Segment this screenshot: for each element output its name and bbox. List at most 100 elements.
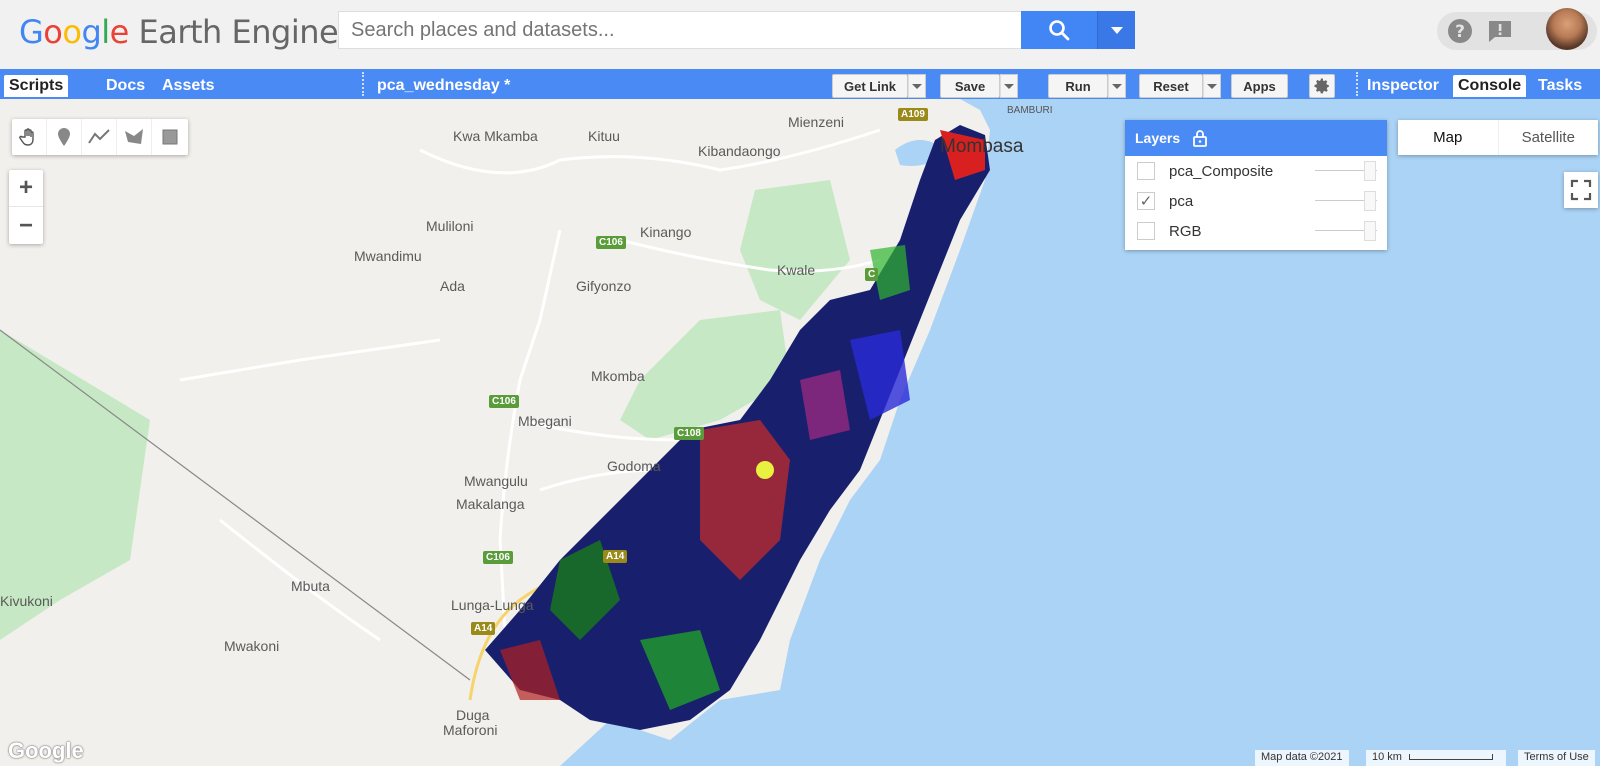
place-label: Mwakoni [224, 638, 280, 654]
zoom-out-button[interactable]: − [9, 207, 43, 244]
lock-icon[interactable] [1192, 129, 1208, 147]
script-filename: pca_wednesday * [377, 77, 511, 94]
place-label: Kivukoni [0, 593, 53, 609]
scale-line [1409, 754, 1494, 761]
save-dropdown[interactable] [1000, 74, 1018, 98]
search-dropdown-button[interactable] [1097, 11, 1135, 49]
search-button[interactable] [1021, 11, 1097, 49]
reset-dropdown[interactable] [1203, 74, 1221, 98]
tab-docs[interactable]: Docs [101, 75, 150, 97]
tab-tasks[interactable]: Tasks [1533, 75, 1587, 97]
terms-link[interactable]: Terms of Use [1518, 750, 1595, 766]
tab-scripts[interactable]: Scripts [4, 75, 69, 97]
feedback-icon [1489, 21, 1511, 42]
opacity-slider-handle[interactable] [1364, 221, 1376, 241]
place-label: Mwandimu [354, 248, 422, 264]
app-logo[interactable]: Google Earth Engine [19, 12, 339, 52]
place-label: Kinango [640, 224, 692, 240]
road-shield: A109 [898, 108, 928, 121]
place-label: Muliloni [426, 218, 474, 234]
place-label: Kituu [588, 128, 620, 144]
polyline-icon [88, 129, 110, 144]
layers-title: Layers [1135, 130, 1181, 146]
fullscreen-button[interactable] [1564, 172, 1598, 208]
road-shield: C106 [489, 395, 519, 408]
svg-text:?: ? [1455, 22, 1465, 42]
layer-name: RGB [1169, 222, 1202, 240]
place-label: Mienzeni [788, 114, 845, 130]
road-shield: A14 [603, 550, 628, 563]
polygon-tool-button[interactable] [117, 119, 152, 155]
apps-button[interactable]: Apps [1231, 74, 1288, 98]
road-shield: C106 [483, 551, 513, 564]
place-label: Mkomba [591, 368, 645, 384]
place-label: Duga [456, 707, 490, 723]
chevron-down-icon [1110, 27, 1123, 34]
save-button[interactable]: Save [940, 74, 1000, 98]
layer-checkbox[interactable]: ✓ [1137, 192, 1155, 210]
avatar[interactable] [1546, 8, 1588, 50]
place-label: Mbuta [291, 578, 330, 594]
place-label: Godoma [607, 458, 661, 474]
road-shield: A14 [471, 622, 496, 635]
hand-icon [19, 128, 34, 146]
search-icon [1049, 20, 1070, 41]
road-shield: C [865, 268, 879, 281]
search-input[interactable] [338, 11, 1021, 49]
map-type-map[interactable]: Map [1398, 120, 1499, 155]
help-button[interactable]: ? [1445, 16, 1475, 46]
logo-product: Earth Engine [138, 13, 339, 51]
layer-row: ✓ pca [1125, 186, 1387, 216]
rectangle-tool-button[interactable] [152, 119, 187, 155]
tab-console[interactable]: Console [1453, 75, 1527, 97]
rectangle-icon [162, 129, 177, 145]
scale-label: 10 km [1372, 751, 1402, 763]
place-label: BAMBURI [1007, 105, 1053, 116]
tab-assets[interactable]: Assets [157, 75, 219, 97]
place-label: Makalanga [456, 496, 525, 512]
get-link-button[interactable]: Get Link [832, 74, 908, 98]
zoom-control: + − [9, 170, 43, 244]
layer-checkbox[interactable] [1137, 222, 1155, 240]
layers-panel: Layers pca_Composite ✓ pca RGB [1125, 120, 1387, 250]
fullscreen-icon [1570, 179, 1592, 201]
tab-inspector[interactable]: Inspector [1362, 75, 1444, 97]
zoom-in-button[interactable]: + [9, 170, 43, 207]
opacity-slider-handle[interactable] [1364, 191, 1376, 211]
help-icon: ? [1448, 19, 1472, 43]
map-data-attribution: Map data ©2021 [1255, 750, 1349, 766]
road-shield: C108 [674, 427, 704, 440]
place-label: Mbegani [518, 413, 572, 429]
run-button[interactable]: Run [1048, 74, 1108, 98]
layers-header[interactable]: Layers [1125, 120, 1387, 156]
layer-row: pca_Composite [1125, 156, 1387, 186]
place-label: Mwangulu [464, 473, 528, 489]
drawing-toolbar [12, 119, 188, 155]
panel-divider-left[interactable] [362, 72, 366, 96]
place-label: Lunga-Lunga [451, 597, 534, 613]
layer-row: RGB [1125, 216, 1387, 246]
google-watermark: Google [8, 738, 84, 763]
marker-tool-button[interactable] [47, 119, 82, 155]
place-label: Ada [440, 278, 465, 294]
logo-google: Google [19, 13, 129, 51]
scale-bar[interactable]: 10 km [1366, 750, 1506, 766]
toolbar-bar [0, 69, 1600, 99]
get-link-dropdown[interactable] [908, 74, 926, 98]
opacity-slider-handle[interactable] [1364, 161, 1376, 181]
line-tool-button[interactable] [82, 119, 117, 155]
gear-icon [1314, 78, 1329, 94]
pan-tool-button[interactable] [12, 119, 47, 155]
feedback-button[interactable] [1485, 16, 1515, 46]
panel-divider-right[interactable] [1356, 72, 1360, 96]
map-type-control: Map Satellite [1398, 120, 1598, 155]
settings-button[interactable] [1309, 74, 1335, 98]
place-label: Kibandaongo [698, 143, 781, 159]
run-dropdown[interactable] [1108, 74, 1126, 98]
reset-button[interactable]: Reset [1139, 74, 1203, 98]
map-type-satellite[interactable]: Satellite [1499, 120, 1599, 155]
layer-checkbox[interactable] [1137, 162, 1155, 180]
place-label: Kwale [777, 262, 816, 278]
place-label: Mombasa [940, 136, 1024, 157]
road-shield: C106 [596, 236, 626, 249]
